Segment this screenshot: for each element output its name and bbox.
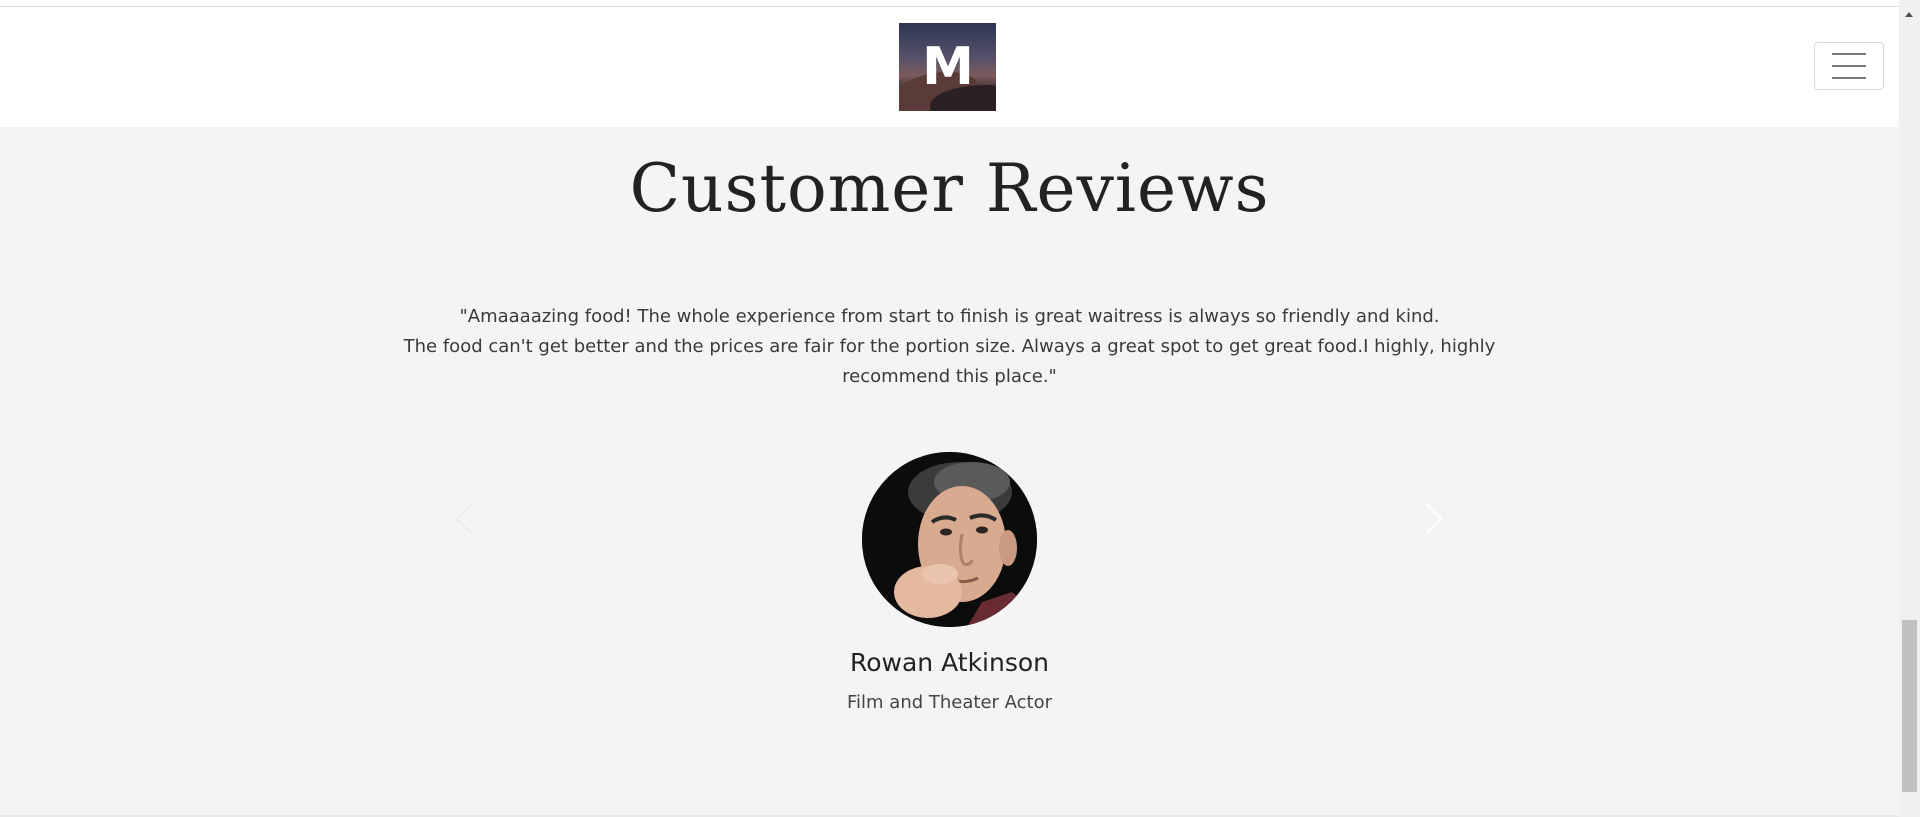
logo-letter: M (922, 37, 974, 97)
review-quote: "Amaaaazing food! The whole experience f… (400, 302, 1499, 392)
top-border (0, 0, 1899, 7)
menu-toggle-button[interactable] (1814, 42, 1884, 90)
carousel-next-button[interactable] (1411, 500, 1444, 540)
vertical-scrollbar[interactable] (1899, 0, 1920, 817)
scrollbar-thumb[interactable] (1902, 620, 1917, 792)
review-quote-line-1: "Amaaaazing food! The whole experience f… (459, 306, 1440, 327)
carousel-prev-button[interactable] (452, 500, 487, 540)
chevron-left-icon (455, 503, 487, 535)
brand-logo[interactable]: M (899, 23, 996, 111)
scroll-up-arrow-icon[interactable] (1905, 12, 1913, 17)
review-quote-line-2: The food can't get better and the prices… (403, 336, 1496, 387)
chevron-right-icon (1411, 503, 1443, 535)
section-title: Customer Reviews (629, 150, 1270, 227)
navbar: M (0, 7, 1899, 127)
reviewer-avatar (862, 452, 1037, 627)
reviewer-role: Film and Theater Actor (846, 692, 1052, 713)
reviewer-name: Rowan Atkinson (850, 648, 1049, 677)
hamburger-icon (1832, 53, 1866, 79)
